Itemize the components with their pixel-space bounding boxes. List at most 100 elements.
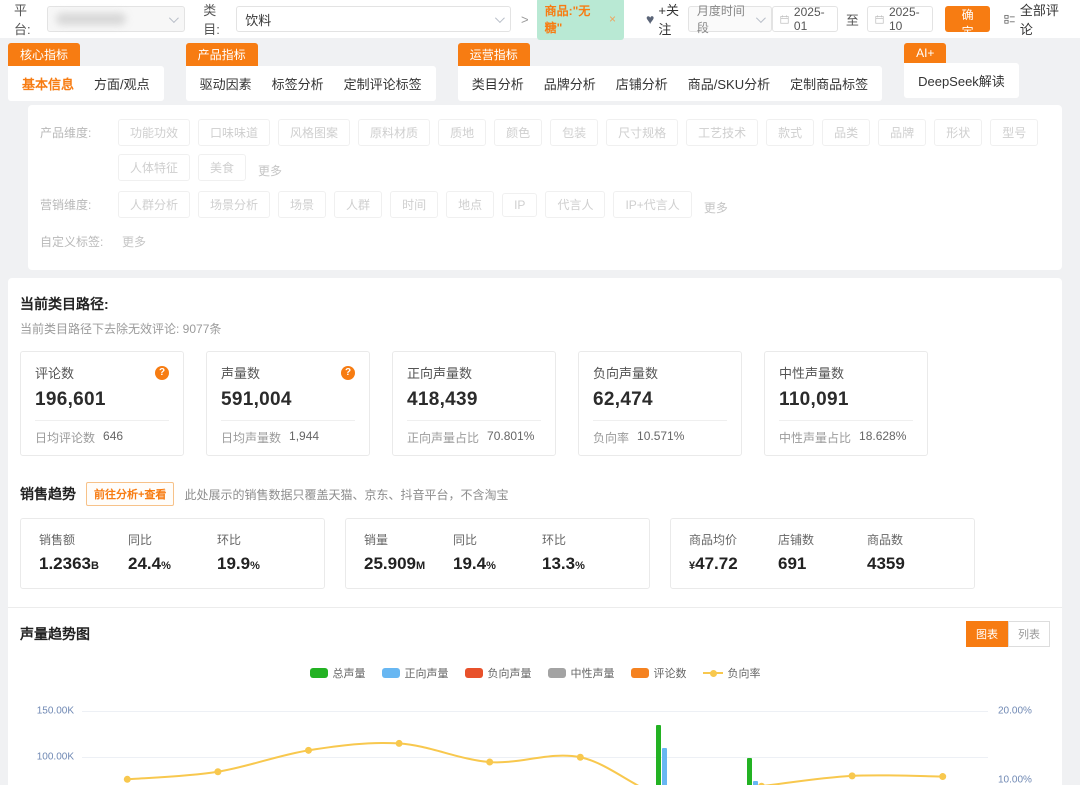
- main-panel: 当前类目路径: 当前类目路径下去除无效评论: 9077条 评论数?196,601…: [8, 278, 1062, 785]
- toggle-列表[interactable]: 列表: [1008, 621, 1050, 647]
- negative-rate-line: [20, 689, 1050, 785]
- metric-foot-value: 70.801%: [487, 429, 534, 446]
- more-link[interactable]: 更多: [122, 228, 146, 250]
- legend-item[interactable]: 负向率: [703, 665, 761, 681]
- filter-tag[interactable]: 形状: [934, 119, 982, 146]
- metric-label: 中性声量数: [779, 363, 844, 382]
- tab-商品/SKU分析[interactable]: 商品/SKU分析: [688, 74, 770, 93]
- filter-tag[interactable]: 工艺技术: [686, 119, 758, 146]
- tab-驱动因素[interactable]: 驱动因素: [200, 74, 252, 93]
- platform-value-blurred: [56, 13, 126, 25]
- tab-品牌分析[interactable]: 品牌分析: [544, 74, 596, 93]
- legend-item[interactable]: 正向声量: [382, 665, 449, 681]
- line-data-point: [939, 773, 946, 780]
- tab-标签分析[interactable]: 标签分析: [272, 74, 324, 93]
- legend-label: 正向声量: [405, 665, 449, 681]
- sales-metric-value: 4359: [867, 554, 956, 574]
- all-comments-button[interactable]: 全部评论: [1004, 0, 1066, 38]
- filter-tags: 更多: [118, 228, 146, 250]
- nav-group-tab[interactable]: AI+: [904, 43, 946, 63]
- filter-tag[interactable]: IP+代言人: [613, 191, 691, 218]
- sales-metric: 同比24.4%: [128, 531, 217, 574]
- sales-metric-value: 1.2363B: [39, 554, 128, 574]
- filter-tag[interactable]: 美食: [198, 154, 246, 181]
- sales-metric-value: 19.4%: [453, 554, 542, 574]
- filter-tag[interactable]: 款式: [766, 119, 814, 146]
- filter-tag[interactable]: 场景分析: [198, 191, 270, 218]
- filter-tag[interactable]: 颜色: [494, 119, 542, 146]
- nav-group-tab[interactable]: 产品指标: [186, 43, 258, 66]
- date-start-input[interactable]: 2025-01: [772, 6, 838, 32]
- filter-tag[interactable]: 场景: [278, 191, 326, 218]
- sales-metric-label: 销售额: [39, 531, 128, 548]
- nav-group-items: 驱动因素 标签分析 定制评论标签: [186, 66, 436, 101]
- sales-metric: 销售额 1.2363B: [39, 531, 128, 574]
- line-data-point: [849, 772, 856, 779]
- filter-tag[interactable]: 地点: [446, 191, 494, 218]
- tab-店铺分析[interactable]: 店铺分析: [616, 74, 668, 93]
- filter-tag[interactable]: 人体特征: [118, 154, 190, 181]
- date-end-input[interactable]: 2025-10: [867, 6, 933, 32]
- platform-select[interactable]: [47, 6, 185, 32]
- metric-card-header: 声量数?: [221, 363, 355, 382]
- tab-DeepSeek解读[interactable]: DeepSeek解读: [918, 71, 1005, 90]
- line-data-point: [577, 754, 584, 761]
- filter-tag[interactable]: 尺寸规格: [606, 119, 678, 146]
- filter-tag[interactable]: IP: [502, 193, 537, 217]
- more-link[interactable]: 更多: [704, 194, 728, 216]
- help-icon[interactable]: ?: [155, 366, 169, 380]
- filter-tag[interactable]: 原料材质: [358, 119, 430, 146]
- metric-card-header: 中性声量数: [779, 363, 913, 382]
- unit-suffix: %: [575, 560, 585, 572]
- filter-row-label: 自定义标签:: [40, 228, 118, 250]
- filter-tag[interactable]: 时间: [390, 191, 438, 218]
- close-icon[interactable]: ×: [609, 12, 616, 26]
- filter-tag[interactable]: 人群: [334, 191, 382, 218]
- period-type-select[interactable]: 月度时间段: [688, 6, 772, 32]
- tab-方面/观点[interactable]: 方面/观点: [94, 74, 150, 93]
- sales-card: 商品均价¥47.72店铺数691商品数4359: [670, 518, 975, 589]
- follow-button[interactable]: ♥ +关注: [646, 0, 688, 38]
- filter-tag[interactable]: 风格图案: [278, 119, 350, 146]
- legend-item[interactable]: 总声量: [310, 665, 366, 681]
- goto-analysis-button[interactable]: 前往分析+查看: [86, 482, 174, 506]
- filter-tag[interactable]: 质地: [438, 119, 486, 146]
- nav-tab-groups: 核心指标基本信息 方面/观点 产品指标驱动因素 标签分析 定制评论标签 运营指标类目分析 品…: [0, 38, 1080, 101]
- unit-suffix: %: [161, 560, 171, 572]
- metric-foot-label: 正向声量占比: [407, 429, 479, 446]
- product-filter-tag[interactable]: 商品:"无糖" ×: [537, 0, 624, 40]
- tab-定制评论标签[interactable]: 定制评论标签: [344, 74, 422, 93]
- legend-line-dot: [710, 670, 717, 677]
- nav-group-tab[interactable]: 运营指标: [458, 43, 530, 66]
- legend-item[interactable]: 中性声量: [548, 665, 615, 681]
- filter-tag[interactable]: 型号: [990, 119, 1038, 146]
- nav-group-items: 类目分析 品牌分析 店铺分析 商品/SKU分析 定制商品标签: [458, 66, 882, 101]
- legend-item[interactable]: 评论数: [631, 665, 687, 681]
- metric-card: 评论数?196,601日均评论数646: [20, 351, 184, 456]
- sales-metric-label: 同比: [128, 531, 217, 548]
- toggle-图表[interactable]: 图表: [966, 621, 1008, 647]
- line-data-point: [486, 759, 493, 766]
- filter-tag[interactable]: 口味味道: [198, 119, 270, 146]
- tab-定制商品标签[interactable]: 定制商品标签: [790, 74, 868, 93]
- platform-label: 平台:: [14, 0, 41, 38]
- metric-label: 正向声量数: [407, 363, 472, 382]
- legend-item[interactable]: 负向声量: [465, 665, 532, 681]
- currency-prefix: ¥: [689, 560, 695, 572]
- nav-group-4: AI+ DeepSeek解读: [904, 43, 1019, 98]
- filter-tag[interactable]: 人群分析: [118, 191, 190, 218]
- category-select[interactable]: 饮料: [236, 6, 511, 32]
- tab-类目分析[interactable]: 类目分析: [472, 74, 524, 93]
- confirm-button[interactable]: 确定: [945, 6, 990, 32]
- filter-tag[interactable]: 代言人: [545, 191, 605, 218]
- nav-group-tab[interactable]: 核心指标: [8, 43, 80, 66]
- help-icon[interactable]: ?: [341, 366, 355, 380]
- filter-tag[interactable]: 包装: [550, 119, 598, 146]
- more-link[interactable]: 更多: [258, 157, 282, 179]
- filter-tag[interactable]: 功能功效: [118, 119, 190, 146]
- tab-基本信息[interactable]: 基本信息: [22, 74, 74, 93]
- sales-metric-label: 销量: [364, 531, 453, 548]
- line-data-point: [124, 776, 131, 783]
- filter-tag[interactable]: 品牌: [878, 119, 926, 146]
- filter-tag[interactable]: 品类: [822, 119, 870, 146]
